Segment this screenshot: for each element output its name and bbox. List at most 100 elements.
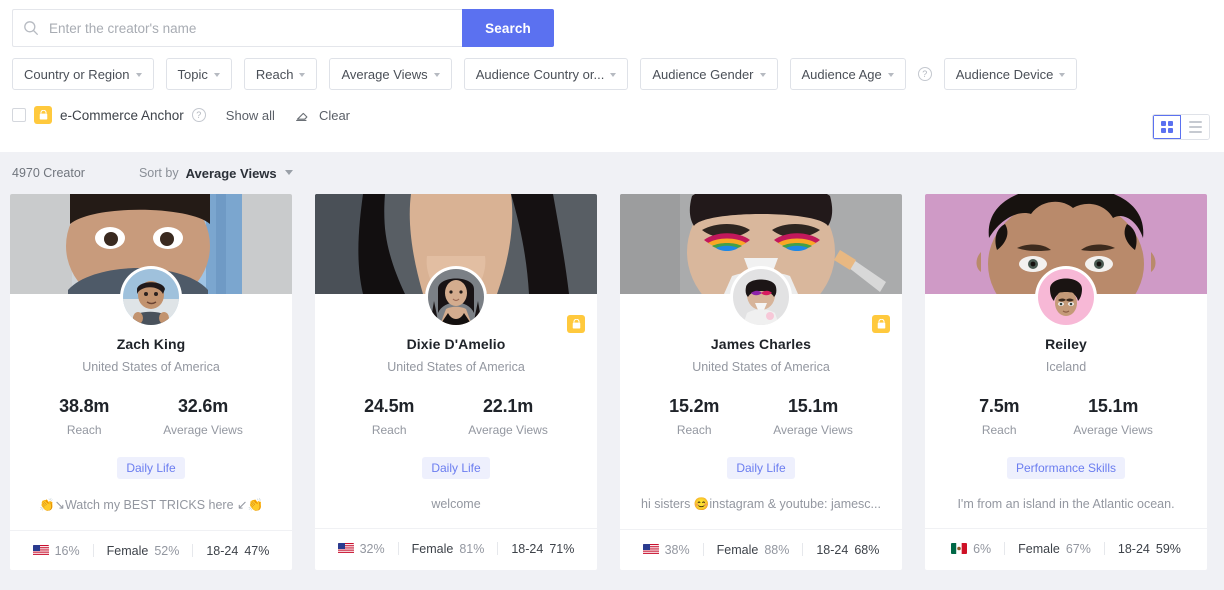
topic-tag[interactable]: Performance Skills [1007, 457, 1125, 479]
filter-topic[interactable]: Topic [166, 58, 232, 90]
metric-reach: 38.8m Reach [59, 396, 109, 437]
chevron-down-icon [136, 73, 142, 77]
reach-value: 38.8m [59, 396, 109, 417]
audience-gender-cell: Female 67% [1005, 542, 1104, 556]
average-views-label: Average Views [163, 423, 243, 437]
avatar [730, 266, 792, 328]
creator-card[interactable]: James Charles United States of America 1… [620, 194, 902, 570]
audience-country-pct: 38% [665, 543, 690, 557]
average-views-label: Average Views [773, 423, 853, 437]
list-view-icon[interactable] [1181, 115, 1209, 139]
search-icon [23, 20, 39, 36]
clear-button[interactable]: Clear [319, 108, 350, 123]
gender-pct: 52% [154, 544, 179, 558]
age-pct: 59% [1156, 542, 1181, 556]
filter-audience-country[interactable]: Audience Country or... [464, 58, 629, 90]
filter-label: Topic [178, 67, 208, 82]
search-filter-panel: Search Country or Region Topic Reach Ave… [0, 0, 1224, 152]
creator-card[interactable]: Zach King United States of America 38.8m… [10, 194, 292, 570]
sort-by-value[interactable]: Average Views [186, 166, 277, 181]
search-box[interactable] [12, 9, 462, 47]
creator-metrics: 24.5m Reach 22.1m Average Views [327, 396, 585, 437]
gender-pct: 88% [764, 543, 789, 557]
filter-audience-device[interactable]: Audience Device [944, 58, 1078, 90]
filter-audience-gender[interactable]: Audience Gender [640, 58, 777, 90]
metric-reach: 7.5m Reach [979, 396, 1019, 437]
audience-gender-cell: Female 88% [704, 543, 803, 557]
filter-label: Audience Gender [652, 67, 753, 82]
gender-label: Female [1018, 542, 1060, 556]
filter-chip-row: Country or Region Topic Reach Average Vi… [12, 58, 1212, 90]
show-all-button[interactable]: Show all [226, 108, 275, 123]
creator-metrics: 7.5m Reach 15.1m Average Views [937, 396, 1195, 437]
reach-value: 24.5m [364, 396, 414, 417]
ecommerce-anchor-help-icon[interactable]: ? [192, 108, 206, 122]
audience-country-pct: 6% [973, 542, 991, 556]
creator-count: 4970 Creator [12, 166, 85, 180]
filter-label: Audience Country or... [476, 67, 605, 82]
creator-country: Iceland [937, 360, 1195, 374]
filter-label: Average Views [341, 67, 427, 82]
gender-label: Female [717, 543, 759, 557]
metric-average-views: 15.1m Average Views [773, 396, 853, 437]
filter-label: Audience Device [956, 67, 1054, 82]
filter-reach[interactable]: Reach [244, 58, 318, 90]
creator-country: United States of America [22, 360, 280, 374]
ecommerce-badge-icon [872, 315, 890, 333]
creator-bio: 👏↘Watch my BEST TRICKS here ↙👏 [22, 497, 280, 513]
creator-metrics: 38.8m Reach 32.6m Average Views [22, 396, 280, 437]
metric-average-views: 32.6m Average Views [163, 396, 243, 437]
average-views-label: Average Views [468, 423, 548, 437]
audience-age-cell: 18-24 59% [1105, 542, 1194, 556]
creator-card[interactable]: Reiley Iceland 7.5m Reach 15.1m Average … [925, 194, 1207, 570]
creator-card[interactable]: Dixie D'Amelio United States of America … [315, 194, 597, 570]
eraser-icon [295, 107, 311, 123]
average-views-value: 22.1m [468, 396, 548, 417]
shopping-bag-icon [34, 106, 52, 124]
filter-average-views[interactable]: Average Views [329, 58, 451, 90]
gender-label: Female [107, 544, 149, 558]
average-views-label: Average Views [1073, 423, 1153, 437]
chevron-down-icon[interactable] [285, 170, 293, 175]
chevron-down-icon [760, 73, 766, 77]
gender-pct: 67% [1066, 542, 1091, 556]
avatar [425, 266, 487, 328]
age-label: 18-24 [816, 543, 848, 557]
chevron-down-icon [299, 73, 305, 77]
flag-us-icon [643, 544, 659, 555]
audience-age-help-icon[interactable]: ? [918, 67, 932, 81]
filter-audience-age[interactable]: Audience Age [790, 58, 906, 90]
reach-value: 7.5m [979, 396, 1019, 417]
gender-pct: 81% [459, 542, 484, 556]
flag-us-icon [338, 543, 354, 554]
creator-card-grid: Zach King United States of America 38.8m… [0, 194, 1224, 570]
filter-label: Reach [256, 67, 294, 82]
topic-tag[interactable]: Daily Life [727, 457, 794, 479]
creator-country: United States of America [327, 360, 585, 374]
audience-gender-cell: Female 81% [399, 542, 498, 556]
audience-country-cell: 6% [938, 542, 1004, 556]
avatar [1035, 266, 1097, 328]
search-button[interactable]: Search [462, 9, 554, 47]
audience-country-cell: 38% [630, 543, 703, 557]
sort-bar: 4970 Creator Sort by Average Views [0, 152, 1224, 194]
ecommerce-anchor-row: e-Commerce Anchor ? Show all Clear [12, 104, 1212, 126]
ecommerce-badge-icon [567, 315, 585, 333]
reach-label: Reach [669, 423, 719, 437]
filter-country-or-region[interactable]: Country or Region [12, 58, 154, 90]
search-input[interactable] [49, 21, 452, 36]
age-pct: 47% [244, 544, 269, 558]
audience-age-cell: 18-24 68% [803, 543, 892, 557]
avatar [120, 266, 182, 328]
topic-tag[interactable]: Daily Life [117, 457, 184, 479]
creator-bio: welcome [327, 497, 585, 511]
creator-name: Dixie D'Amelio [327, 336, 585, 352]
creator-bio: hi sisters 😊instagram & youtube: jamesc.… [632, 497, 890, 512]
grid-view-icon[interactable] [1153, 115, 1181, 139]
age-pct: 68% [854, 543, 879, 557]
reach-label: Reach [59, 423, 109, 437]
ecommerce-anchor-checkbox[interactable] [12, 108, 26, 122]
topic-tag[interactable]: Daily Life [422, 457, 489, 479]
creator-name: Zach King [22, 336, 280, 352]
search-row: Search [12, 0, 1212, 38]
